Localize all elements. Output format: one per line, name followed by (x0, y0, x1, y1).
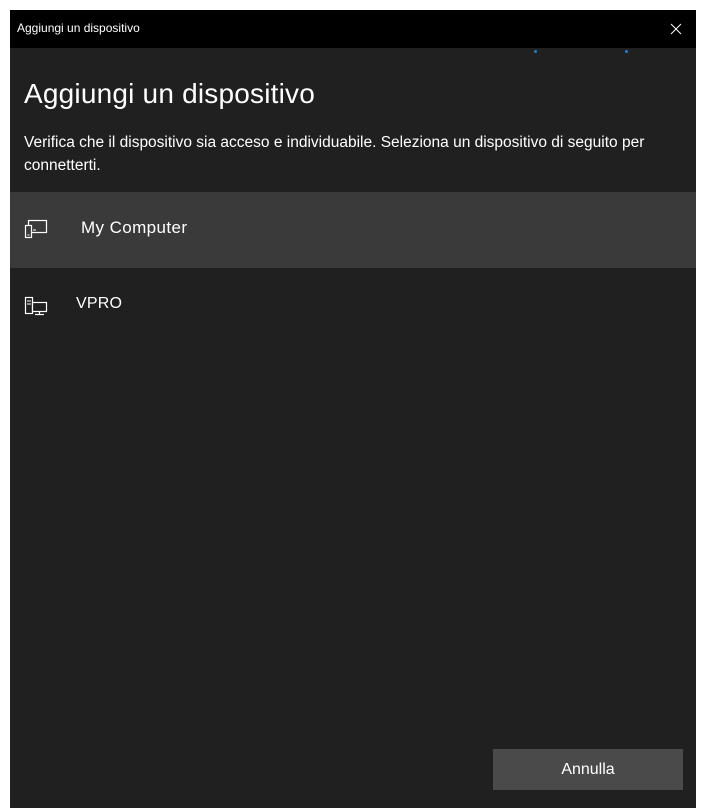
close-button[interactable] (656, 10, 696, 48)
device-list: My Computer VPRO (10, 192, 696, 344)
instructions-text: Verifica che il dispositivo sia acceso e… (24, 134, 645, 174)
title-bar: Aggiungi un dispositivo (10, 10, 696, 48)
device-item-vpro[interactable]: VPRO (10, 268, 696, 344)
desktop-pc-icon (24, 296, 48, 316)
add-device-dialog: Aggiungi un dispositivo Aggiungi un disp… (10, 10, 696, 808)
page-title: Aggiungi un dispositivo (24, 78, 316, 109)
progress-dot (625, 50, 628, 53)
cancel-button[interactable]: Annulla (493, 749, 683, 790)
display-device-icon (24, 219, 48, 239)
progress-dot (534, 50, 537, 53)
window-title: Aggiungi un dispositivo (17, 21, 140, 35)
device-item-my-computer[interactable]: My Computer (10, 192, 696, 268)
device-name: My Computer (81, 218, 188, 237)
close-icon (670, 23, 682, 35)
device-name: VPRO (76, 295, 123, 312)
